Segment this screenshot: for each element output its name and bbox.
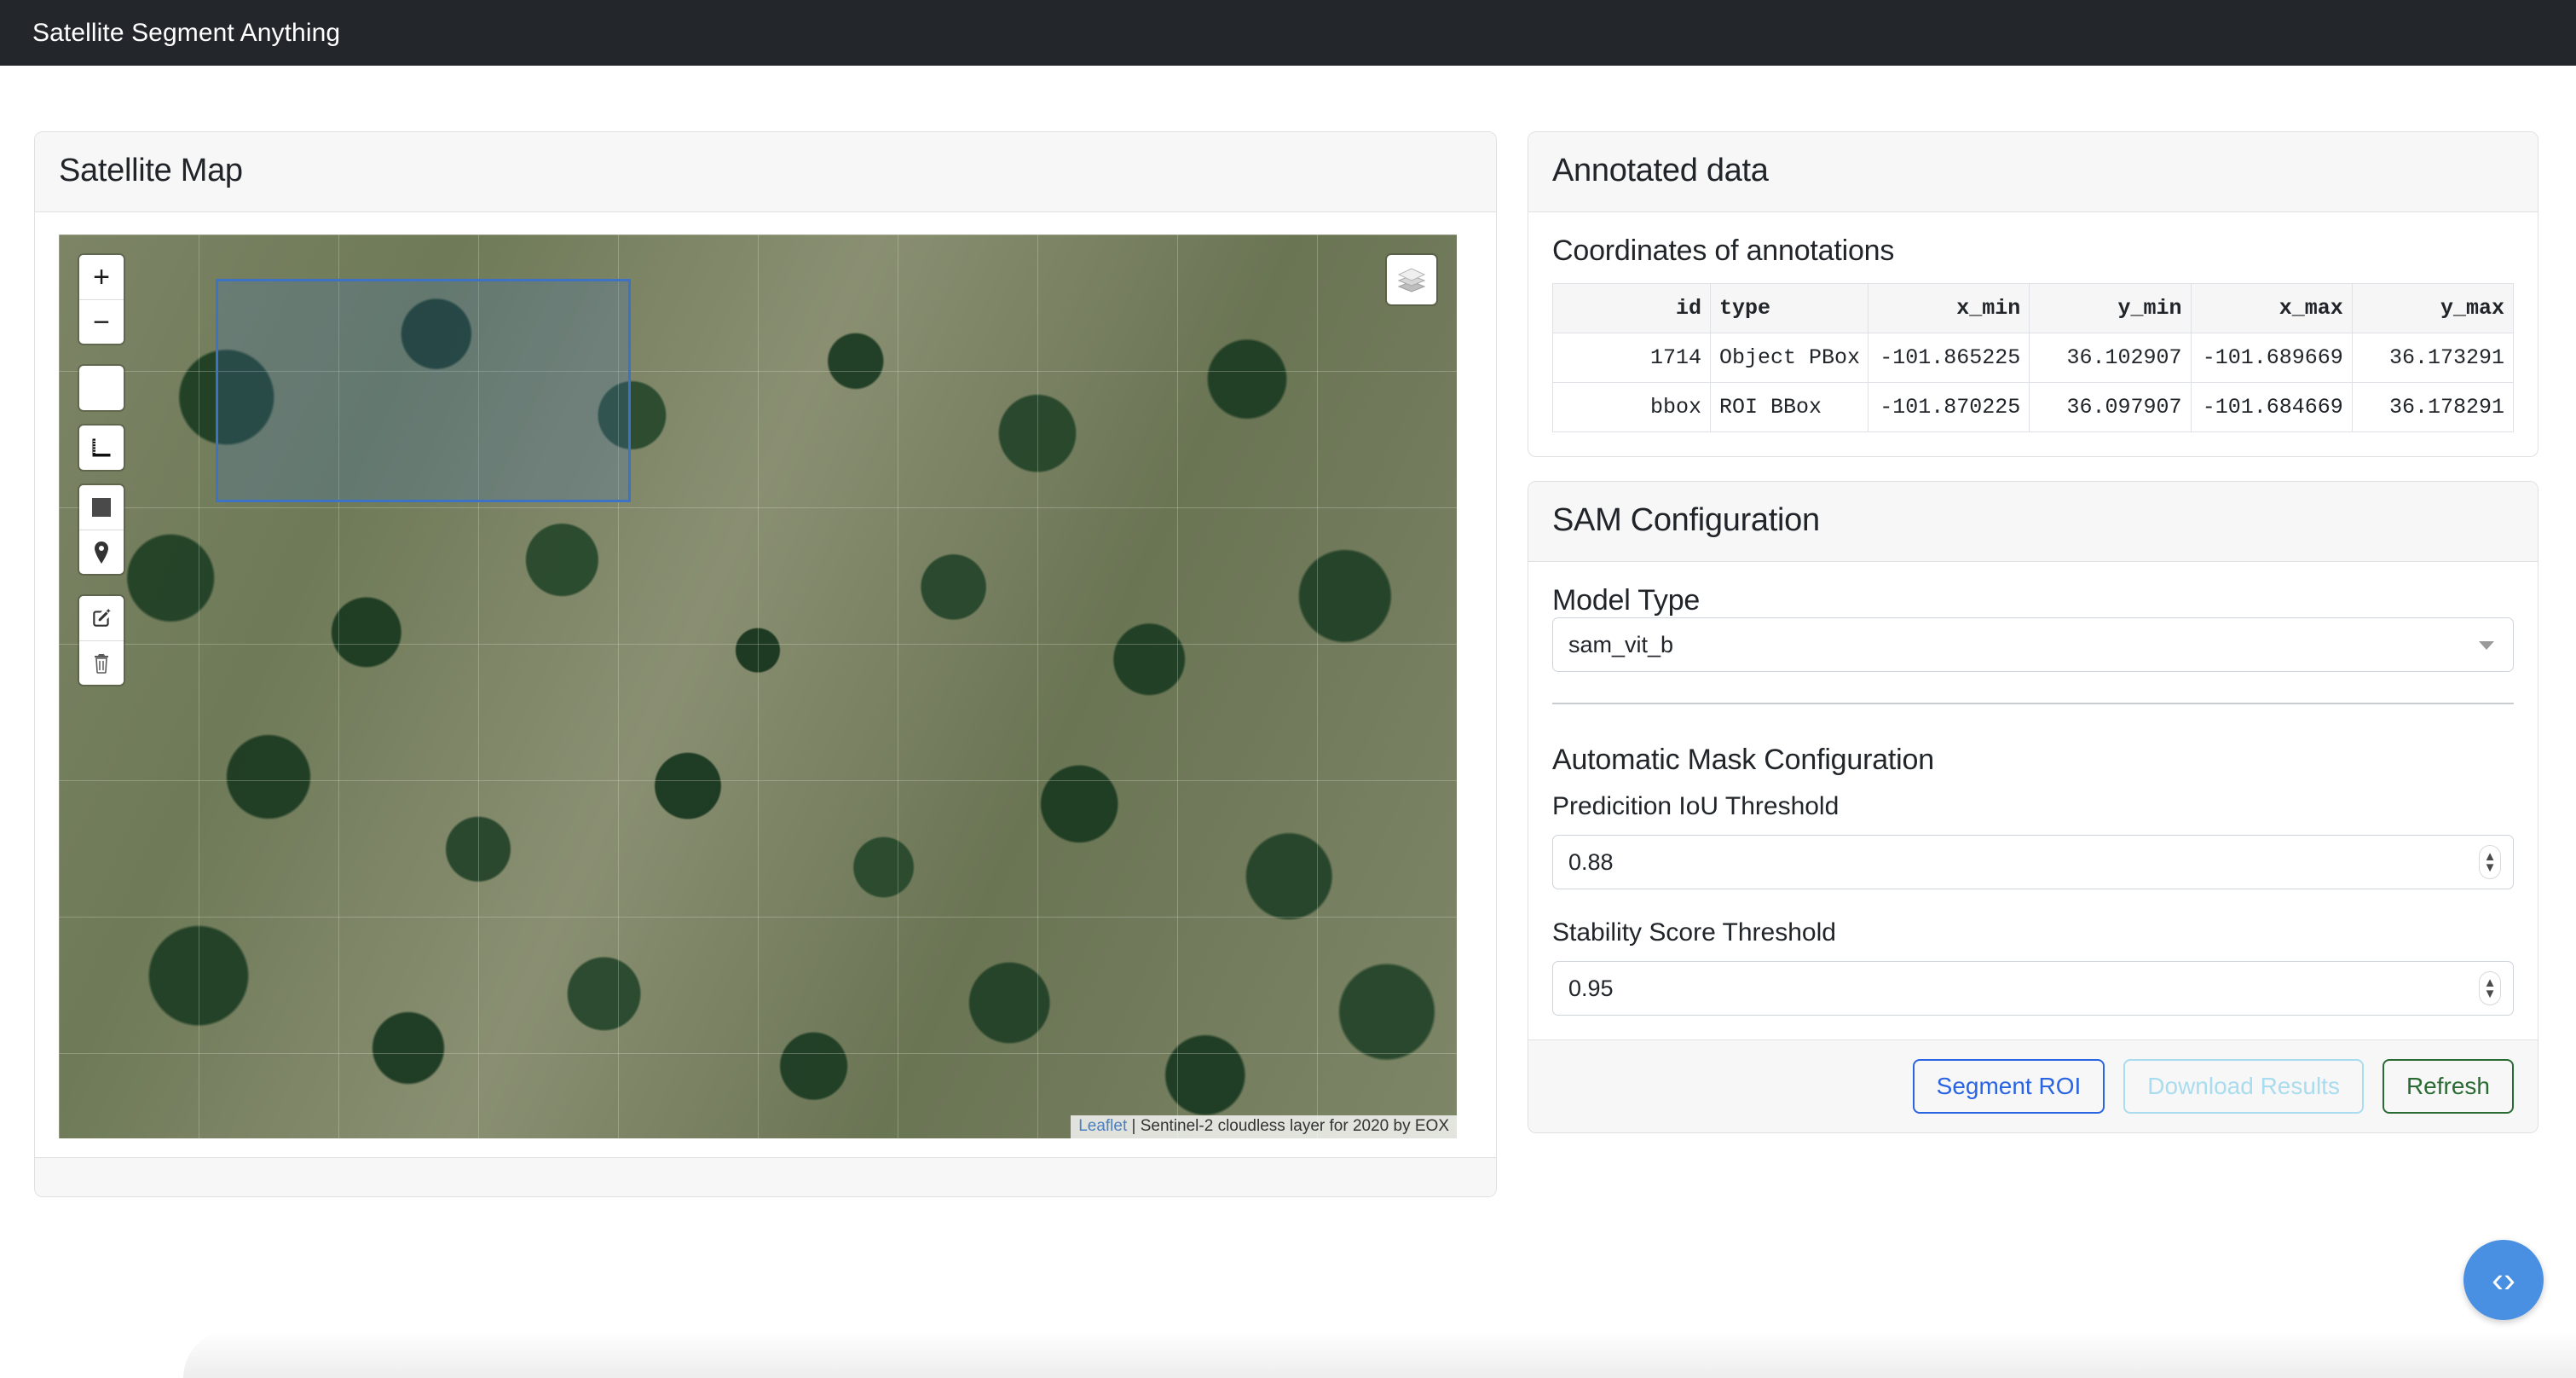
satellite-map-card: Satellite Map + − bbox=[34, 131, 1497, 1197]
layers-control bbox=[1385, 253, 1438, 306]
page-content: Satellite Map + − bbox=[0, 66, 2576, 1197]
sidebar-column: Annotated data Coordinates of annotation… bbox=[1528, 131, 2538, 1133]
roi-bounding-box[interactable] bbox=[216, 279, 631, 502]
edit-delete-control bbox=[78, 594, 125, 686]
bottom-bar bbox=[183, 1330, 2576, 1378]
stepper-down-icon[interactable]: ▼ bbox=[2484, 990, 2497, 999]
segment-roi-button[interactable]: Segment ROI bbox=[1913, 1059, 2105, 1114]
stability-value: 0.95 bbox=[1568, 976, 1614, 1002]
top-navbar: Satellite Segment Anything bbox=[0, 0, 2576, 66]
attr-separator: | bbox=[1127, 1117, 1141, 1135]
sam-card-header: SAM Configuration bbox=[1528, 482, 2538, 562]
pred-iou-value: 0.88 bbox=[1568, 849, 1614, 876]
measure-control bbox=[78, 424, 125, 472]
app-title: Satellite Segment Anything bbox=[32, 19, 340, 48]
table-header-row: id type x_min y_min x_max y_max bbox=[1553, 284, 2514, 333]
cell-y-max: 36.173291 bbox=[2352, 333, 2513, 383]
measure-icon[interactable] bbox=[79, 426, 124, 470]
cell-y-min: 36.102907 bbox=[2030, 333, 2191, 383]
edit-icon[interactable] bbox=[79, 596, 124, 640]
cell-x-min: -101.870225 bbox=[1868, 383, 2030, 432]
trash-icon[interactable] bbox=[79, 640, 124, 685]
auto-mask-heading: Automatic Mask Configuration bbox=[1552, 744, 2514, 777]
leaflet-map[interactable]: + − bbox=[59, 234, 1457, 1138]
code-brackets-icon[interactable]: ‹› bbox=[2463, 1240, 2544, 1320]
sam-card-footer: Segment ROI Download Results Refresh bbox=[1528, 1039, 2538, 1132]
cell-y-max: 36.178291 bbox=[2352, 383, 2513, 432]
stability-field: Stability Score Threshold 0.95 ▲ ▼ bbox=[1552, 918, 2514, 1016]
attr-text: Sentinel-2 cloudless layer for 2020 by E… bbox=[1141, 1117, 1449, 1135]
cell-type: ROI BBox bbox=[1711, 383, 1868, 432]
zoom-in-button[interactable]: + bbox=[79, 255, 124, 299]
pred-iou-stepper[interactable]: ▲ ▼ bbox=[2479, 845, 2501, 879]
model-type-value: sam_vit_b bbox=[1568, 632, 1673, 658]
stepper-up-icon[interactable]: ▲ bbox=[2484, 853, 2497, 861]
pred-iou-input[interactable]: 0.88 ▲ ▼ bbox=[1552, 835, 2514, 889]
cell-x-min: -101.865225 bbox=[1868, 333, 2030, 383]
col-header-x-max: x_max bbox=[2191, 284, 2352, 333]
col-header-x-min: x_min bbox=[1868, 284, 2030, 333]
model-type-label: Model Type bbox=[1552, 584, 1700, 617]
coordinates-table: id type x_min y_min x_max y_max 1714 Obj… bbox=[1552, 283, 2514, 432]
model-type-field: Model Type sam_vit_b bbox=[1552, 584, 2514, 672]
coordinates-subheading: Coordinates of annotations bbox=[1552, 234, 2514, 268]
fullscreen-control bbox=[78, 364, 125, 412]
cell-x-max: -101.684669 bbox=[2191, 383, 2352, 432]
zoom-out-button[interactable]: − bbox=[79, 299, 124, 344]
cell-id: 1714 bbox=[1553, 333, 1711, 383]
sam-configuration-card: SAM Configuration Model Type sam_vit_b A… bbox=[1528, 481, 2538, 1133]
action-button-row: Segment ROI Download Results Refresh bbox=[1552, 1059, 2514, 1114]
draw-control bbox=[78, 483, 125, 576]
stability-label: Stability Score Threshold bbox=[1552, 918, 2514, 947]
map-card-body: + − bbox=[35, 212, 1496, 1157]
download-results-button[interactable]: Download Results bbox=[2123, 1059, 2364, 1114]
zoom-control: + − bbox=[78, 253, 125, 345]
marker-icon[interactable] bbox=[79, 530, 124, 574]
annotated-card-header: Annotated data bbox=[1528, 132, 2538, 212]
pred-iou-label: Predicition IoU Threshold bbox=[1552, 792, 2514, 821]
refresh-button[interactable]: Refresh bbox=[2383, 1059, 2514, 1114]
col-header-y-max: y_max bbox=[2352, 284, 2513, 333]
stepper-up-icon[interactable]: ▲ bbox=[2484, 979, 2497, 987]
cell-type: Object PBox bbox=[1711, 333, 1868, 383]
table-row: bbox ROI BBox -101.870225 36.097907 -101… bbox=[1553, 383, 2514, 432]
map-card-footer bbox=[35, 1157, 1496, 1196]
leaflet-link[interactable]: Leaflet bbox=[1078, 1117, 1127, 1135]
map-panel-title: Satellite Map bbox=[59, 153, 1472, 189]
col-header-id: id bbox=[1553, 284, 1711, 333]
annotated-panel-title: Annotated data bbox=[1552, 153, 2514, 189]
annotated-data-card: Annotated data Coordinates of annotation… bbox=[1528, 131, 2538, 457]
map-attribution: Leaflet | Sentinel-2 cloudless layer for… bbox=[1071, 1115, 1457, 1138]
layers-icon[interactable] bbox=[1387, 255, 1436, 304]
section-divider bbox=[1552, 703, 2514, 704]
cell-y-min: 36.097907 bbox=[2030, 383, 2191, 432]
annotated-card-body: Coordinates of annotations id type x_min… bbox=[1528, 212, 2538, 456]
cell-id: bbox bbox=[1553, 383, 1711, 432]
sam-card-body: Model Type sam_vit_b Automatic Mask Conf… bbox=[1528, 562, 2538, 1039]
cell-x-max: -101.689669 bbox=[2191, 333, 2352, 383]
rectangle-icon[interactable] bbox=[79, 485, 124, 530]
table-row: 1714 Object PBox -101.865225 36.102907 -… bbox=[1553, 333, 2514, 383]
map-card-header: Satellite Map bbox=[35, 132, 1496, 212]
fullscreen-button[interactable] bbox=[79, 366, 124, 410]
stepper-down-icon[interactable]: ▼ bbox=[2484, 864, 2497, 872]
stability-input[interactable]: 0.95 ▲ ▼ bbox=[1552, 961, 2514, 1016]
map-column: Satellite Map + − bbox=[34, 131, 1497, 1197]
col-header-y-min: y_min bbox=[2030, 284, 2191, 333]
sam-panel-title: SAM Configuration bbox=[1552, 502, 2514, 539]
col-header-type: type bbox=[1711, 284, 1868, 333]
stability-stepper[interactable]: ▲ ▼ bbox=[2479, 971, 2501, 1005]
model-type-select[interactable]: sam_vit_b bbox=[1552, 617, 2514, 672]
chevron-down-icon bbox=[2479, 641, 2494, 650]
pred-iou-field: Predicition IoU Threshold 0.88 ▲ ▼ bbox=[1552, 792, 2514, 889]
